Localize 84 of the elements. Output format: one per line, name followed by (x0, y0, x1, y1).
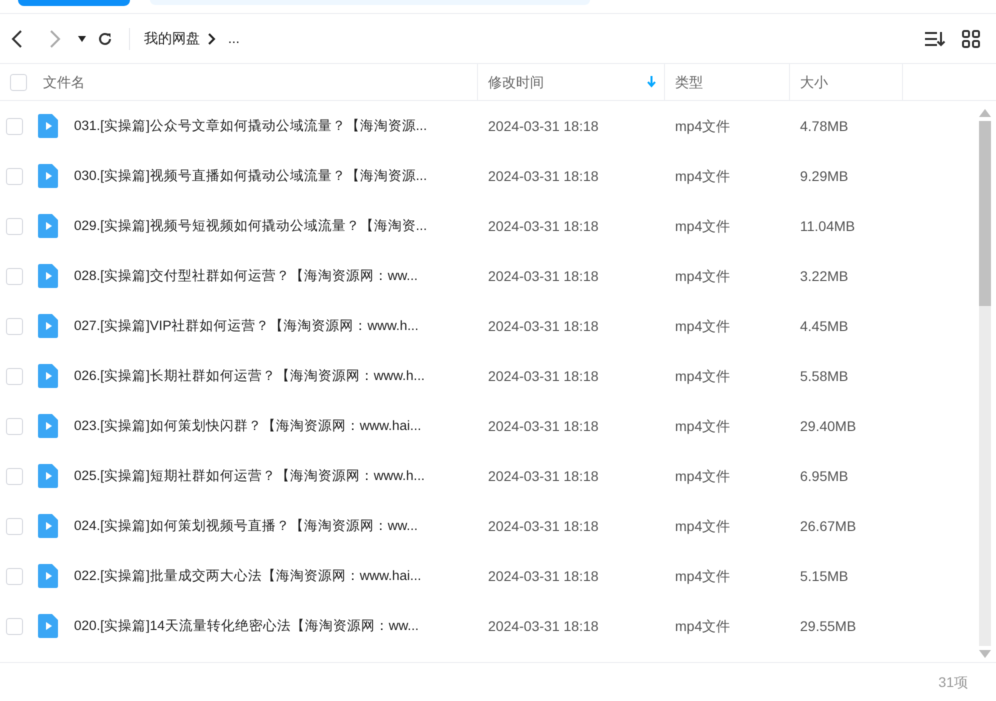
video-file-icon (38, 114, 58, 138)
checkbox[interactable] (6, 118, 23, 134)
checkbox[interactable] (6, 168, 23, 184)
file-type: mp4文件 (674, 366, 732, 386)
checkbox[interactable] (6, 518, 23, 534)
video-file-icon (38, 214, 58, 238)
file-type: mp4文件 (674, 266, 732, 286)
checkbox[interactable] (6, 368, 23, 384)
file-size: 5.58MB (799, 366, 850, 386)
file-type: mp4文件 (674, 516, 732, 536)
scrollbar-thumb[interactable] (979, 121, 991, 306)
modified-time: 2024-03-31 18:18 (487, 166, 600, 186)
video-file-icon (38, 464, 58, 488)
breadcrumb-link[interactable]: ... (228, 28, 240, 49)
video-file-icon (38, 564, 58, 588)
checkbox[interactable] (6, 218, 23, 234)
video-file-icon (38, 614, 58, 638)
back-icon[interactable] (10, 28, 24, 48)
file-size: 6.95MB (799, 466, 850, 486)
file-size: 4.78MB (799, 116, 850, 136)
grid-view-icon[interactable] (962, 30, 980, 48)
column-header[interactable]: 大小 (800, 72, 828, 92)
modified-time: 2024-03-31 18:18 (487, 566, 600, 586)
file-name[interactable]: 028.[实操篇]交付型社群如何运营？【海淘资源网：ww... (74, 266, 418, 286)
scroll-up-icon[interactable] (979, 109, 991, 117)
video-file-icon (38, 164, 58, 188)
file-type: mp4文件 (674, 416, 732, 436)
column-header[interactable]: 文件名 (43, 72, 85, 92)
file-size: 5.15MB (799, 566, 850, 586)
file-size: 29.40MB (799, 416, 858, 436)
file-name[interactable]: 025.[实操篇]短期社群如何运营？【海淘资源网：www.h... (74, 466, 425, 486)
modified-time: 2024-03-31 18:18 (487, 266, 600, 286)
modified-time: 2024-03-31 18:18 (487, 316, 600, 336)
file-name[interactable]: 029.[实操篇]视频号短视频如何撬动公域流量？【海淘资... (74, 216, 428, 236)
modified-time: 2024-03-31 18:18 (487, 416, 600, 436)
file-size: 29.55MB (799, 616, 858, 636)
breadcrumb-link[interactable]: 我的网盘 (144, 28, 200, 49)
sort-icon[interactable] (924, 30, 946, 48)
dropdown-icon[interactable] (78, 36, 86, 42)
checkbox[interactable] (10, 74, 27, 90)
checkbox[interactable] (6, 318, 23, 334)
file-type: mp4文件 (674, 116, 732, 136)
file-name[interactable]: 020.[实操篇]14天流量转化绝密心法【海淘资源网：ww... (74, 616, 419, 636)
checkbox[interactable] (6, 618, 23, 634)
modified-time: 2024-03-31 18:18 (487, 216, 600, 236)
video-file-icon (38, 414, 58, 438)
video-file-icon (38, 314, 58, 338)
checkbox[interactable] (6, 568, 23, 584)
refresh-icon[interactable] (97, 30, 113, 46)
checkbox[interactable] (6, 468, 23, 484)
file-name[interactable]: 026.[实操篇]长期社群如何运营？【海淘资源网：www.h... (74, 366, 425, 386)
checkbox[interactable] (6, 418, 23, 434)
file-type: mp4文件 (674, 466, 732, 486)
file-size: 4.45MB (799, 316, 850, 336)
item-count: 31项 (938, 672, 968, 692)
file-size: 11.04MB (799, 216, 856, 236)
file-type: mp4文件 (674, 566, 732, 586)
modified-time: 2024-03-31 18:18 (487, 116, 600, 136)
video-file-icon (38, 514, 58, 538)
column-header[interactable]: 修改时间 (488, 72, 544, 92)
modified-time: 2024-03-31 18:18 (487, 466, 600, 486)
video-file-icon (38, 264, 58, 288)
checkbox[interactable] (6, 268, 23, 284)
file-size: 3.22MB (799, 266, 850, 286)
file-name[interactable]: 024.[实操篇]如何策划视频号直播？【海淘资源网：ww... (74, 516, 418, 536)
file-type: mp4文件 (674, 616, 732, 636)
file-type: mp4文件 (674, 216, 732, 236)
file-name[interactable]: 027.[实操篇]VIP社群如何运营？【海淘资源网：www.h... (74, 316, 419, 336)
file-type: mp4文件 (674, 166, 732, 186)
file-size: 26.67MB (799, 516, 858, 536)
modified-time: 2024-03-31 18:18 (487, 616, 600, 636)
file-name[interactable]: 030.[实操篇]视频号直播如何撬动公域流量？【海淘资源... (74, 166, 428, 186)
scroll-down-icon[interactable] (979, 650, 991, 658)
file-size: 9.29MB (799, 166, 850, 186)
column-header[interactable]: 类型 (675, 72, 703, 92)
file-type: mp4文件 (674, 316, 732, 336)
chevron-icon (208, 32, 216, 44)
video-file-icon (38, 364, 58, 388)
file-name[interactable]: 031.[实操篇]公众号文章如何撬动公域流量？【海淘资源... (74, 116, 428, 136)
file-name[interactable]: 022.[实操篇]批量成交两大心法【海淘资源网：www.hai... (74, 566, 422, 586)
modified-time: 2024-03-31 18:18 (487, 516, 600, 536)
forward-icon[interactable] (48, 28, 62, 48)
modified-time: 2024-03-31 18:18 (487, 366, 600, 386)
file-name[interactable]: 023.[实操篇]如何策划快闪群？【海淘资源网：www.hai... (74, 416, 422, 436)
